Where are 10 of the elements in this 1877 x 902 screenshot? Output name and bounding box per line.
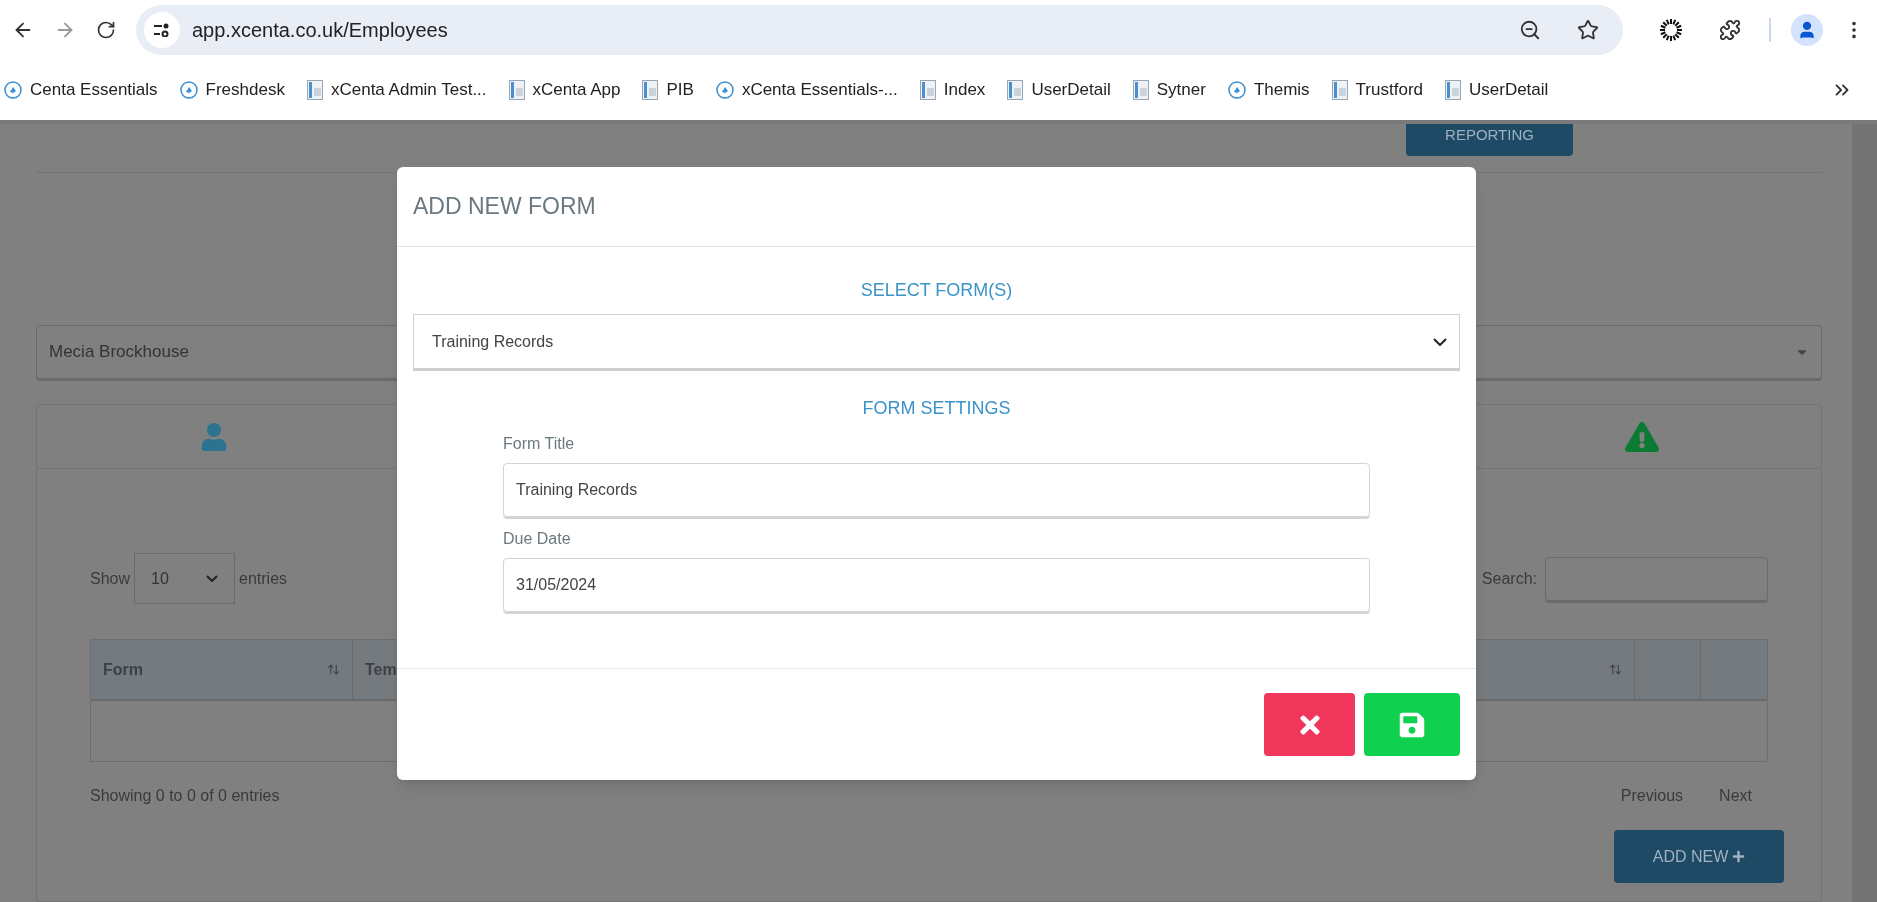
table-info: Showing 0 to 0 of 0 entries — [90, 786, 280, 806]
field-label: Due Date — [503, 529, 572, 549]
show-label: Show — [90, 568, 131, 589]
modal-title: ADD NEW FORM — [413, 192, 596, 222]
search-label: Search: — [1481, 568, 1537, 589]
field-label: Form Title — [503, 434, 576, 454]
section-heading: FORM SETTINGS — [861, 397, 1012, 420]
url-text: app.xcenta.co.uk/Employees — [192, 18, 449, 43]
section-heading: SELECT FORM(S) — [859, 279, 1014, 302]
entries-label: entries — [239, 568, 288, 589]
